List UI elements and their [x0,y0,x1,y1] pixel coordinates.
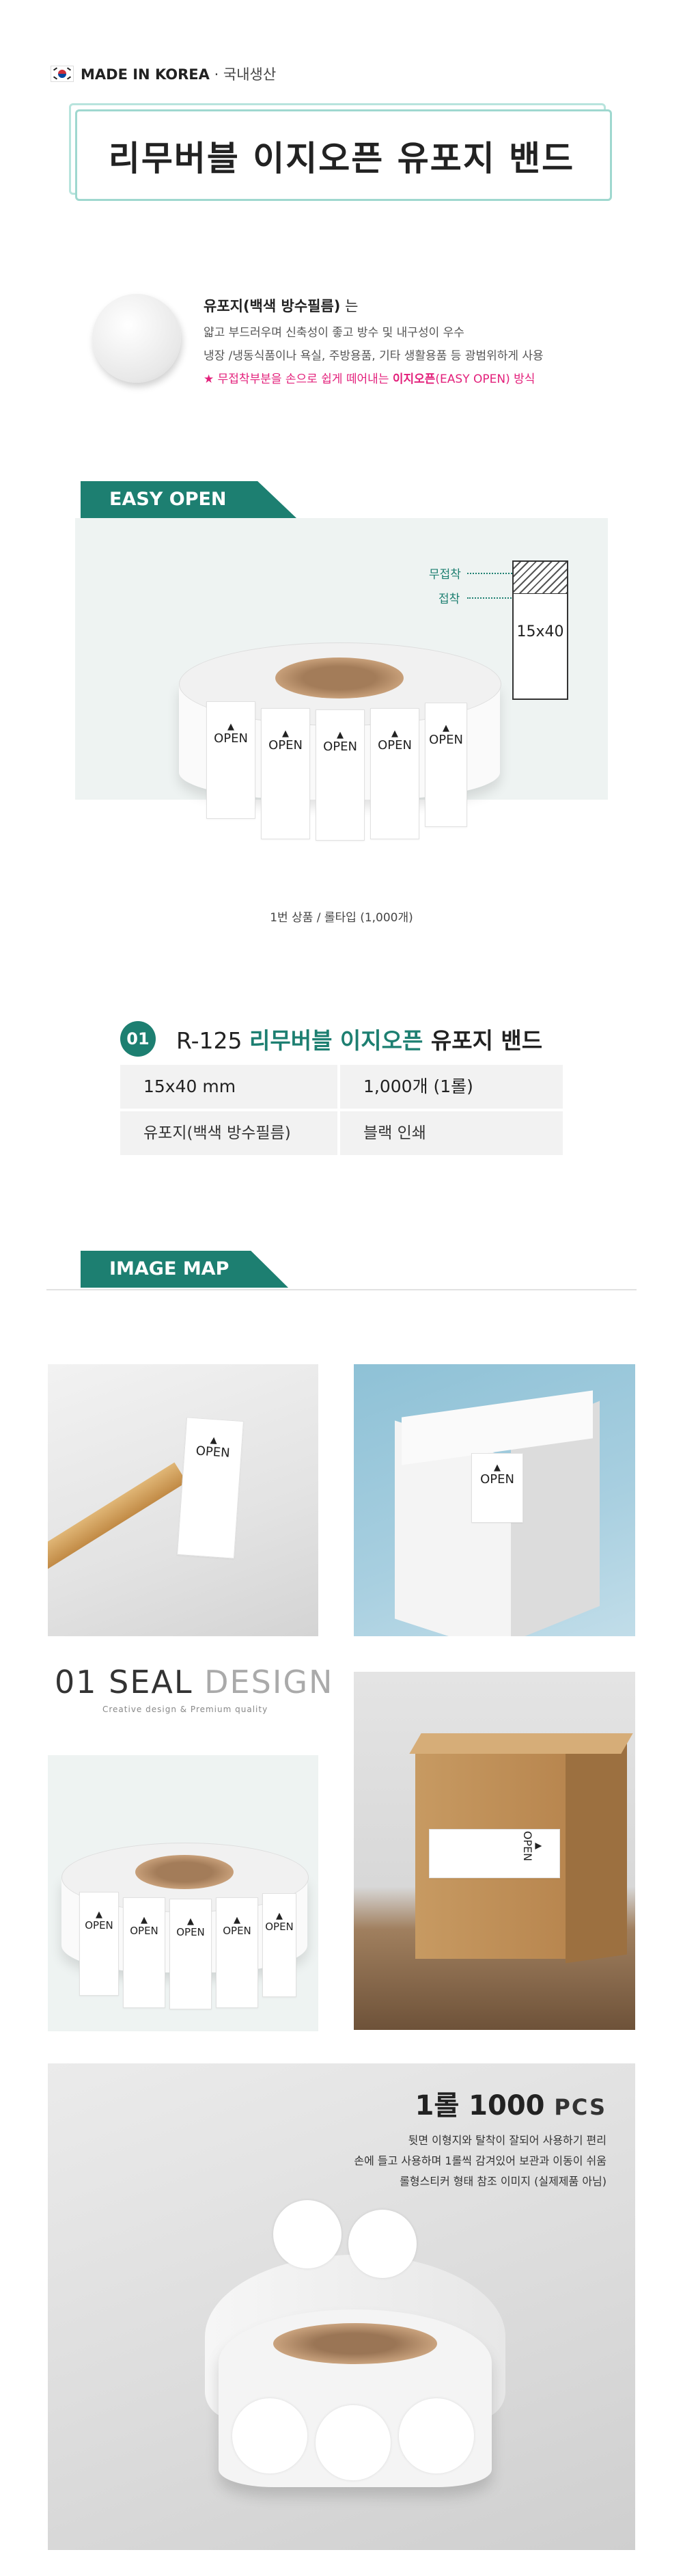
roll-count-title: 1롤 1000 PCS [415,2083,607,2123]
open-label: ▲ OPEN [176,1916,205,1938]
roll-desc-2: 손에 들고 사용하며 1롤씩 감겨있어 보관과 이동이 쉬움 [354,2154,607,2167]
roll-pcs: PCS [554,2094,607,2120]
image-map-tab: IMAGE MAP [81,1251,288,1288]
open-label: ▲ OPEN [130,1915,158,1937]
open-label: ▲ OPEN [429,723,463,747]
brand-light: DESIGN [204,1664,334,1700]
label-roll-image: ▲ OPEN ▲ OPEN ▲ OPEN ▲ OPEN ▲ OPEN [179,642,501,868]
intro-material-suffix: 는 [340,298,359,314]
product-code: R-125 [176,1027,249,1054]
korea-flag-icon [51,66,74,82]
photo-pencil-label: ▲ OPEN [48,1364,318,1636]
intro-material-name: 유포지(백색 방수필름) [204,298,341,314]
photo-kraft-box: ▲ OPEN [354,1672,635,2030]
spec-material: 유포지(백색 방수필름) [120,1111,337,1155]
open-label: ▲ OPEN [265,1911,294,1933]
intro-material: 유포지(백색 방수필름) 는 [204,295,358,316]
open-label: ▲ OPEN [223,1915,251,1937]
roll-desc-3: 롤형스티커 형태 참조 이미지 (실제제품 아님) [400,2175,607,2188]
product-name-rest: 유포지 밴드 [423,1027,543,1054]
intro-line-3: 냉장 /냉동식품이나 욕실, 주방용품, 기타 생활용품 등 광범위하게 사용 [204,349,544,363]
product-name-highlight: 리무버블 이지오픈 [249,1027,423,1054]
open-label: ▲ OPEN [521,1830,544,1862]
open-label: ▲ OPEN [323,730,357,754]
brand-main: 01 SEAL [55,1664,205,1700]
intro-note-prefix: ★ 무접착부분을 손으로 쉽게 떼어내는 [204,372,393,386]
intro-note-bold: 이지오픈 [392,372,436,386]
roll-core [275,657,404,699]
page-title: 리무버블 이지오픈 유포지 밴드 [108,139,575,178]
open-label: ▲ OPEN [214,722,248,746]
spec-size: 15x40 mm [120,1065,337,1109]
roll-count: 1롤 1000 [415,2090,555,2121]
easy-open-tab: EASY OPEN [81,481,296,518]
made-in-sub: · 국내생산 [209,66,277,83]
open-label: ▲ OPEN [480,1463,514,1487]
no-adhesive-pointer [467,573,512,574]
label-size: 15x40 [516,623,564,640]
brand-tagline: Creative design & Premium quality [102,1705,268,1714]
open-label: ▲ OPEN [85,1910,113,1931]
photo-box-label: ▲ OPEN [354,1364,635,1636]
open-label: ▲ OPEN [195,1435,231,1461]
open-label: ▲ OPEN [378,729,412,753]
intro-note-suffix: (EASY OPEN) 방식 [435,372,535,386]
intro-line-2: 얇고 부드러우며 신축성이 좋고 방수 및 내구성이 우수 [204,326,464,340]
brand-logo: 01 SEAL DESIGN [55,1664,333,1700]
photo-roll: ▲ OPEN ▲ OPEN ▲ OPEN ▲ OPEN ▲ OPEN [48,1755,318,2031]
open-label: ▲ OPEN [268,729,303,753]
intro-line-4: ★ 무접착부분을 손으로 쉽게 떼어내는 이지오픈(EASY OPEN) 방식 [204,369,535,386]
no-adhesive-label: 무접착 [429,568,461,582]
roll-desc-1: 뒷면 이형지와 탈착이 잘되어 사용하기 편리 [408,2134,607,2147]
made-in-korea: MADE IN KOREA · 국내생산 [81,64,276,84]
product-title: R-125 리무버블 이지오픈 유포지 밴드 [176,1022,542,1055]
label-spec-diagram: 15x40 [512,560,568,700]
spec-print: 블랙 인쇄 [340,1111,563,1155]
sticker-sample-image [92,294,181,383]
spec-quantity: 1,000개 (1롤) [340,1065,563,1109]
made-in-label: MADE IN KOREA [81,66,210,83]
product-number-badge: 01 [120,1021,156,1057]
adhesive-label: 접착 [438,593,460,606]
no-adhesive-area [514,562,567,594]
roll-caption: 1번 상품 / 롤타입 (1,000개) [270,911,413,925]
section-divider [46,1289,637,1290]
